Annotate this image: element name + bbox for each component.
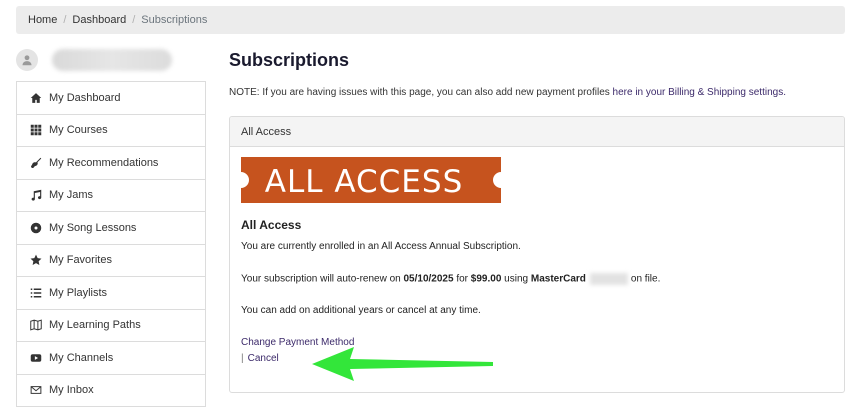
sidebar-item-label: My Dashboard [49, 91, 121, 104]
home-icon [29, 91, 43, 105]
sidebar-item-label: My Courses [49, 124, 108, 137]
renew-prefix: Your subscription will auto-renew on [241, 273, 404, 285]
all-access-logo: ALL ACCESS [241, 157, 501, 203]
page-title: Subscriptions [229, 50, 350, 70]
sidebar-item-dashboard[interactable]: My Dashboard [17, 82, 205, 115]
sidebar-item-song-lessons[interactable]: My Song Lessons [17, 212, 205, 245]
logo-text: ALL ACCESS [265, 164, 464, 200]
renewal-date: 05/10/2025 [403, 273, 454, 285]
sidebar-item-channels[interactable]: My Channels [17, 342, 205, 375]
enrollment-text: You are currently enrolled in an All Acc… [241, 241, 521, 252]
cancel-link[interactable]: Cancel [248, 353, 279, 364]
green-arrow-annotation [312, 347, 493, 381]
sidebar-item-playlists[interactable]: My Playlists [17, 277, 205, 310]
sidebar-item-label: My Learning Paths [49, 319, 141, 332]
add-years-text: You can add on additional years or cance… [241, 305, 481, 316]
breadcrumb-separator: / [132, 14, 136, 26]
sidebar-item-favorites[interactable]: My Favorites [17, 245, 205, 277]
user-profile [16, 46, 206, 74]
sidebar-item-label: My Inbox [49, 384, 94, 397]
username-redacted [52, 49, 172, 71]
breadcrumb-separator: / [63, 14, 67, 26]
sidebar-item-label: My Recommendations [49, 156, 159, 169]
sidebar-item-jams[interactable]: My Jams [17, 180, 205, 212]
sidebar-item-recommendations[interactable]: My Recommendations [17, 147, 205, 180]
billing-settings-link[interactable]: here in your Billing & Shipping settings… [613, 87, 786, 98]
avatar[interactable] [16, 49, 38, 71]
music-note-icon [29, 188, 43, 202]
cancel-row: | Cancel [241, 353, 279, 364]
envelope-icon [29, 383, 43, 397]
youtube-icon [29, 351, 43, 365]
breadcrumb-current: Subscriptions [141, 14, 208, 26]
sidebar: My Dashboard My Courses My Recommendatio… [16, 81, 206, 407]
breadcrumb-dashboard[interactable]: Dashboard [72, 14, 126, 26]
billing-note: NOTE: If you are having issues with this… [229, 87, 786, 98]
note-text: NOTE: If you are having issues with this… [229, 87, 613, 98]
record-icon [29, 221, 43, 235]
guitar-icon [29, 156, 43, 170]
renewal-text: Your subscription will auto-renew on 05/… [241, 273, 660, 285]
sidebar-item-label: My Favorites [49, 254, 112, 267]
renew-mid: for [453, 273, 471, 285]
list-icon [29, 286, 43, 300]
renew-suffix: on file. [630, 273, 661, 285]
user-icon [22, 55, 32, 66]
breadcrumb-home[interactable]: Home [28, 14, 57, 26]
link-separator: | [241, 353, 244, 364]
card-header: All Access [230, 117, 844, 147]
sidebar-item-label: My Playlists [49, 286, 108, 299]
renew-using: using [501, 273, 531, 285]
sidebar-item-learning-paths[interactable]: My Learning Paths [17, 310, 205, 342]
sidebar-item-courses[interactable]: My Courses [17, 115, 205, 147]
star-icon [29, 253, 43, 267]
grid-icon [29, 123, 43, 137]
sidebar-item-label: My Channels [49, 351, 114, 364]
card-number-redacted [589, 273, 628, 285]
sidebar-item-label: My Song Lessons [49, 221, 137, 234]
subscription-heading: All Access [241, 218, 302, 232]
sidebar-item-label: My Jams [49, 189, 93, 202]
card-brand: MasterCard [530, 273, 586, 285]
sidebar-item-inbox[interactable]: My Inbox [17, 375, 205, 407]
breadcrumb: Home / Dashboard / Subscriptions [16, 6, 845, 34]
map-icon [29, 318, 43, 332]
renewal-price: $99.00 [470, 273, 502, 285]
